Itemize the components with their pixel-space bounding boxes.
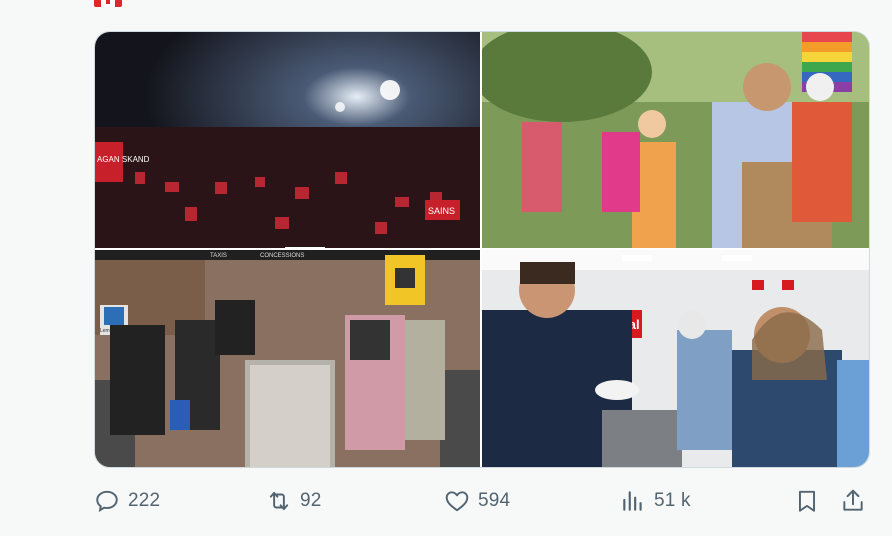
bottom-divider <box>0 536 892 552</box>
canada-flag-icon <box>94 0 122 7</box>
photo-subway-escalator[interactable]: TAXIS CONCESSIONS Lemerce <box>95 250 480 467</box>
reply-button[interactable]: 222 <box>94 484 160 518</box>
retweet-icon <box>269 491 289 511</box>
share-icon <box>843 489 863 511</box>
tweet-action-bar: 222 92 594 51 k <box>94 484 874 518</box>
heart-icon <box>445 491 469 512</box>
share-button[interactable] <box>840 488 866 514</box>
reply-icon <box>96 490 118 513</box>
retweet-count: 92 <box>300 490 322 511</box>
views-button[interactable]: 51 k <box>620 484 691 518</box>
photo-pride-high-five[interactable] <box>482 32 869 248</box>
bookmark-icon <box>798 490 816 512</box>
like-button[interactable]: 594 <box>444 484 510 518</box>
subway-sign-concessions: CONCESSIONS <box>260 253 304 259</box>
like-count: 594 <box>478 490 511 511</box>
views-count: 51 k <box>654 490 691 511</box>
photo-soup-kitchen[interactable]: Liberal <box>482 250 869 467</box>
rally-sign-text: AGAN SKAND <box>97 155 150 164</box>
retweet-button[interactable]: 92 <box>266 484 322 518</box>
tweet-media-grid: AGAN SKAND SAINS TAXIS CONCESSIONS Lemer… <box>94 31 870 468</box>
views-icon <box>623 491 642 511</box>
photo-rally[interactable]: AGAN SKAND SAINS <box>95 32 480 248</box>
rally-sign-text-2: SAINS <box>428 206 455 216</box>
bookmark-button[interactable] <box>794 488 820 514</box>
subway-sign-taxis: TAXIS <box>210 253 227 259</box>
reply-count: 222 <box>128 490 161 511</box>
